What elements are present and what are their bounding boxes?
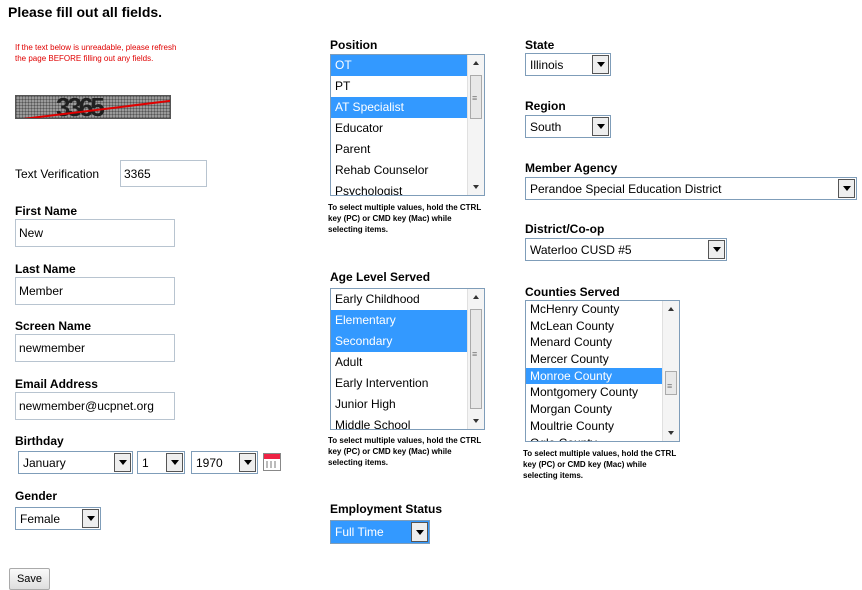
list-option[interactable]: Parent bbox=[331, 139, 484, 160]
scroll-thumb[interactable] bbox=[665, 371, 677, 395]
region-select[interactable]: South bbox=[525, 115, 611, 138]
birthday-label: Birthday bbox=[15, 434, 64, 448]
district-value: Waterloo CUSD #5 bbox=[530, 242, 632, 257]
last-name-input[interactable]: Member bbox=[15, 277, 175, 305]
birthday-day-select[interactable]: 1 bbox=[137, 451, 185, 474]
chevron-down-icon[interactable] bbox=[411, 522, 428, 542]
calendar-icon[interactable] bbox=[263, 453, 281, 471]
age-level-listbox[interactable]: Early Childhood Elementary Secondary Adult E… bbox=[330, 288, 485, 430]
gender-value: Female bbox=[20, 511, 61, 526]
counties-options: McHenry County McLean County Menard County… bbox=[526, 301, 679, 442]
member-agency-select[interactable]: Perandoe Special Education District bbox=[525, 177, 857, 200]
page-title: Please fill out all fields. bbox=[8, 4, 163, 20]
birthday-year-select[interactable]: 1970 bbox=[191, 451, 258, 474]
counties-scrollbar[interactable] bbox=[662, 301, 679, 441]
chevron-down-icon[interactable] bbox=[239, 453, 256, 472]
birthday-year-value: 1970 bbox=[196, 455, 223, 470]
chevron-down-icon[interactable] bbox=[166, 453, 183, 472]
employment-status-value: Full Time bbox=[335, 525, 384, 539]
counties-hint: To select multiple values, hold the CTRL… bbox=[523, 449, 677, 480]
list-option[interactable]: Early Childhood bbox=[331, 289, 484, 310]
position-label: Position bbox=[330, 38, 378, 52]
list-option[interactable]: Mercer County bbox=[526, 351, 679, 368]
captcha-warning: If the text below is unreadable, please … bbox=[15, 43, 177, 63]
chevron-down-icon[interactable] bbox=[592, 117, 609, 136]
chevron-down-icon[interactable] bbox=[708, 240, 725, 259]
list-option[interactable]: Moultrie County bbox=[526, 418, 679, 435]
member-agency-value: Perandoe Special Education District bbox=[530, 181, 722, 196]
counties-listbox[interactable]: McHenry County McLean County Menard County… bbox=[525, 300, 680, 442]
district-select[interactable]: Waterloo CUSD #5 bbox=[525, 238, 727, 261]
scroll-down-arrow-icon[interactable] bbox=[663, 425, 679, 441]
list-option[interactable]: Junior High bbox=[331, 394, 484, 415]
state-select[interactable]: Illinois bbox=[525, 53, 611, 76]
list-option[interactable]: Psychologist bbox=[331, 181, 484, 195]
list-option[interactable]: Elementary bbox=[331, 310, 484, 331]
email-input[interactable]: newmember@ucpnet.org bbox=[15, 392, 175, 420]
gender-select[interactable]: Female bbox=[15, 507, 101, 530]
list-option[interactable]: PT bbox=[331, 76, 484, 97]
scroll-up-arrow-icon[interactable] bbox=[468, 55, 484, 71]
position-scrollbar[interactable] bbox=[467, 55, 484, 195]
captcha-image: 3365 bbox=[15, 95, 171, 119]
state-value: Illinois bbox=[530, 57, 564, 72]
list-option[interactable]: McHenry County bbox=[526, 301, 679, 318]
position-options: OT PT AT Specialist Educator Parent Rehab Cou… bbox=[331, 55, 484, 195]
district-label: District/Co-op bbox=[525, 222, 605, 236]
list-option[interactable]: AT Specialist bbox=[331, 97, 484, 118]
state-label: State bbox=[525, 38, 555, 52]
age-level-options: Early Childhood Elementary Secondary Adult E… bbox=[331, 289, 484, 429]
screen-name-label: Screen Name bbox=[15, 319, 92, 333]
birthday-day-value: 1 bbox=[142, 455, 149, 470]
member-agency-label: Member Agency bbox=[525, 161, 618, 175]
list-option[interactable]: McLean County bbox=[526, 318, 679, 335]
list-option[interactable]: Early Intervention bbox=[331, 373, 484, 394]
list-option[interactable]: Montgomery County bbox=[526, 384, 679, 401]
scroll-down-arrow-icon[interactable] bbox=[468, 179, 484, 195]
captcha-digits: 3365 bbox=[56, 95, 105, 119]
email-label: Email Address bbox=[15, 377, 98, 391]
first-name-input[interactable]: New bbox=[15, 219, 175, 247]
employment-status-label: Employment Status bbox=[330, 502, 443, 516]
gender-label: Gender bbox=[15, 489, 58, 503]
list-option[interactable]: Ogle County bbox=[526, 435, 679, 442]
save-button[interactable]: Save bbox=[9, 568, 50, 590]
age-level-hint: To select multiple values, hold the CTRL… bbox=[328, 436, 482, 467]
chevron-down-icon[interactable] bbox=[592, 55, 609, 74]
scroll-thumb[interactable] bbox=[470, 75, 482, 119]
text-verification-label: Text Verification bbox=[15, 167, 100, 181]
birthday-month-select[interactable]: January bbox=[18, 451, 133, 474]
counties-label: Counties Served bbox=[525, 285, 620, 299]
last-name-label: Last Name bbox=[15, 262, 76, 276]
region-label: Region bbox=[525, 99, 566, 113]
list-option[interactable]: Morgan County bbox=[526, 401, 679, 418]
position-listbox[interactable]: OT PT AT Specialist Educator Parent Rehab Cou… bbox=[330, 54, 485, 196]
employment-status-select[interactable]: Full Time bbox=[330, 520, 430, 544]
text-verification-input[interactable]: 3365 bbox=[120, 160, 207, 187]
age-level-label: Age Level Served bbox=[330, 270, 431, 284]
chevron-down-icon[interactable] bbox=[114, 453, 131, 472]
age-level-scrollbar[interactable] bbox=[467, 289, 484, 429]
list-option[interactable]: Educator bbox=[331, 118, 484, 139]
list-option[interactable]: OT bbox=[331, 55, 484, 76]
list-option[interactable]: Middle School bbox=[331, 415, 484, 429]
scroll-thumb[interactable] bbox=[470, 309, 482, 409]
list-option[interactable]: Menard County bbox=[526, 334, 679, 351]
screen-name-input[interactable]: newmember bbox=[15, 334, 175, 362]
list-option[interactable]: Adult bbox=[331, 352, 484, 373]
chevron-down-icon[interactable] bbox=[82, 509, 99, 528]
list-option[interactable]: Rehab Counselor bbox=[331, 160, 484, 181]
chevron-down-icon[interactable] bbox=[838, 179, 855, 198]
birthday-month-value: January bbox=[23, 455, 66, 470]
first-name-label: First Name bbox=[15, 204, 78, 218]
scroll-up-arrow-icon[interactable] bbox=[468, 289, 484, 305]
scroll-up-arrow-icon[interactable] bbox=[663, 301, 679, 317]
scroll-down-arrow-icon[interactable] bbox=[468, 413, 484, 429]
list-option[interactable]: Monroe County bbox=[526, 367, 679, 385]
list-option[interactable]: Secondary bbox=[331, 331, 484, 352]
position-hint: To select multiple values, hold the CTRL… bbox=[328, 203, 482, 234]
region-value: South bbox=[530, 119, 562, 134]
